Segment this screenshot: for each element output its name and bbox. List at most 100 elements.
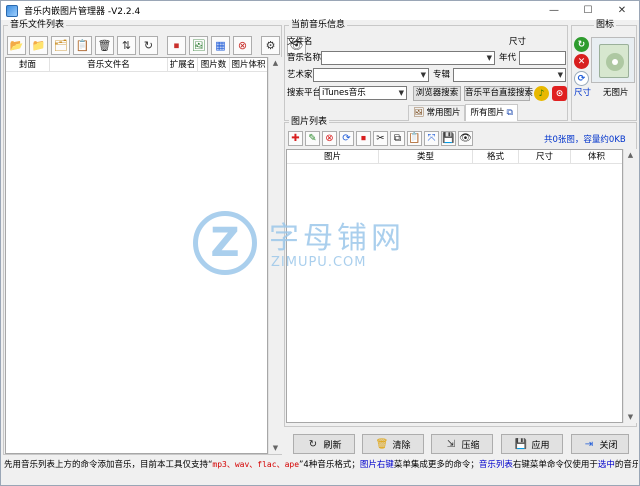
search-platform-select[interactable]: iTunes音乐 ▼ — [319, 86, 407, 100]
browser-search-button[interactable]: 浏览器搜索 — [413, 86, 461, 101]
scroll-down-icon[interactable]: ▼ — [269, 442, 282, 454]
image-list-scrollbar[interactable]: ▲ ▼ — [623, 149, 637, 423]
copy-icon[interactable]: ⧉ — [390, 131, 405, 146]
paste-icon[interactable]: 📋 — [407, 131, 422, 146]
filename-label: 文件名 — [287, 37, 313, 47]
chevron-down-icon: ▼ — [420, 71, 426, 79]
music-note-icon[interactable]: ♪ — [534, 86, 549, 101]
bottom-button-label: 压缩 — [461, 440, 480, 451]
image-summary: 共0张图，容量约0KB — [544, 135, 626, 145]
plus-icon[interactable]: ✚ — [288, 131, 303, 146]
netease-icon[interactable]: ⊙ — [552, 86, 567, 101]
image-add-icon[interactable]: 🖼 — [189, 36, 208, 55]
status-music-list: 音乐列表 — [478, 460, 513, 470]
refresh-icon: ↻ — [308, 438, 318, 450]
column-cover[interactable]: 封面 — [6, 58, 50, 72]
column-filename[interactable]: 音乐文件名 — [50, 58, 168, 72]
column-type[interactable]: 类型 — [379, 150, 473, 164]
trash-icon: 🗑 — [375, 438, 389, 450]
stop-icon[interactable]: ⏹ — [356, 131, 371, 146]
chevron-down-icon: ▼ — [557, 71, 563, 79]
eye-icon[interactable]: 👁 — [458, 131, 473, 146]
clipboard-icon[interactable]: 📋 — [73, 36, 92, 55]
image-list-legend: 图片列表 — [289, 117, 330, 128]
crop-icon[interactable]: ⤧ — [424, 131, 439, 146]
cut-icon[interactable]: ✂ — [373, 131, 388, 146]
scroll-up-icon[interactable]: ▲ — [269, 57, 282, 69]
column-extension[interactable]: 扩展名 — [168, 58, 198, 72]
status-text-1: 先用音乐列表上方的命令添加音乐，目前本工具仅支持“ — [4, 460, 213, 470]
add-folders-icon[interactable]: 🗂 — [51, 36, 70, 55]
column-format[interactable]: 格式 — [473, 150, 519, 164]
save-icon: 💾 — [514, 438, 528, 450]
search-platform-label: 搜索平台 — [287, 88, 322, 98]
cover-preview[interactable] — [591, 37, 635, 83]
tab-all-images[interactable]: 所有图片 ⧉ — [465, 104, 518, 121]
link-cover-icon[interactable]: ⟳ — [574, 71, 589, 86]
column-image[interactable]: 图片 — [287, 150, 379, 164]
trash-icon[interactable]: 🗑 — [95, 36, 114, 55]
tab-common-images-label: 常用图片 — [426, 108, 461, 118]
stop-icon[interactable]: ⏹ — [167, 36, 186, 55]
trash-button[interactable]: 🗑 清除 — [362, 434, 424, 454]
column-image-size[interactable]: 图片体积 — [230, 58, 267, 72]
add-folder-icon[interactable]: 📁 — [29, 36, 48, 55]
status-text-3: 菜单集成更多的命令； — [393, 460, 479, 470]
image-remove-icon[interactable]: ⊗ — [233, 36, 252, 55]
image-list-toolbar: ✚ ✎ ⊗ ⟳ ⏹ ✂ ⧉ 📋 ⤧ 💾 👁 — [288, 131, 473, 146]
edit-icon[interactable]: ✎ — [305, 131, 320, 146]
image-list-table[interactable]: 图片 类型 格式 尺寸 体积 — [286, 149, 623, 423]
column-file-size[interactable]: 体积 — [571, 150, 622, 164]
bottom-button-label: 关闭 — [599, 440, 618, 451]
grid-select-icon[interactable]: ▦ — [211, 36, 230, 55]
music-list-scrollbar[interactable]: ▲ ▼ — [268, 57, 282, 454]
tab-common-images[interactable]: 🖼 常用图片 — [408, 105, 466, 121]
refresh-icon[interactable]: ↻ — [139, 36, 158, 55]
platform-direct-search-button[interactable]: 音乐平台直接搜索 — [464, 86, 533, 101]
column-image-count[interactable]: 图片数 — [198, 58, 230, 72]
tab-all-images-label: 所有图片 — [470, 107, 505, 118]
exit-button[interactable]: ⇥ 关闭 — [571, 434, 629, 454]
gear-icon[interactable]: ⚙ — [261, 36, 280, 55]
album-label: 专辑 — [433, 70, 451, 80]
scroll-down-icon[interactable]: ▼ — [624, 411, 637, 423]
reload-cover-icon[interactable]: ↻ — [574, 37, 589, 52]
delete-icon[interactable]: ⊗ — [322, 131, 337, 146]
bottom-button-label: 应用 — [531, 440, 550, 451]
save-button[interactable]: 💾 应用 — [501, 434, 563, 454]
status-image-rightclick: 图片右键 — [359, 460, 394, 470]
status-formats: mp3、wav、flac、ape — [212, 460, 300, 469]
music-info-legend: 当前音乐信息 — [289, 20, 348, 31]
year-label: 年代 — [499, 53, 517, 63]
artist-label: 艺术家 — [287, 70, 313, 80]
year-field[interactable] — [519, 51, 566, 65]
no-image-placeholder-icon — [599, 44, 629, 78]
cover-size-label: 尺寸 — [574, 88, 592, 98]
music-name-combo[interactable]: ▼ — [321, 51, 495, 65]
chevron-down-icon: ▼ — [486, 54, 492, 62]
app-icon — [6, 4, 18, 17]
close-window-button[interactable]: ✕ — [605, 1, 639, 20]
album-combo[interactable]: ▼ — [453, 68, 566, 82]
music-list-legend: 音乐文件列表 — [8, 20, 67, 31]
sort-icon[interactable]: ⇅ — [117, 36, 136, 55]
music-list-table[interactable]: 封面 音乐文件名 扩展名 图片数 图片体积 — [5, 57, 268, 454]
link-icon[interactable]: ⟳ — [339, 131, 354, 146]
scroll-up-icon[interactable]: ▲ — [624, 149, 637, 161]
remove-cover-icon[interactable]: ✕ — [574, 54, 589, 69]
refresh-button[interactable]: ↻ 刷新 — [293, 434, 355, 454]
music-list-toolbar: 📂 📁 🗂 📋 🗑 ⇅ ↻ ⏹ 🖼 ▦ ⊗ ⚙ 👁 — [7, 36, 306, 55]
size-label: 尺寸 — [509, 37, 527, 47]
add-file-icon[interactable]: 📂 — [7, 36, 26, 55]
compress-button[interactable]: ⇲ 压缩 — [431, 434, 493, 454]
chevron-down-icon: ▼ — [398, 89, 404, 97]
maximize-button[interactable]: ☐ — [571, 1, 605, 20]
status-selected: 选中 — [597, 460, 615, 470]
column-dimensions[interactable]: 尺寸 — [519, 150, 571, 164]
minimize-button[interactable]: — — [537, 1, 571, 20]
image-list-header: 图片 类型 格式 尺寸 体积 — [287, 150, 622, 164]
save-icon[interactable]: 💾 — [441, 131, 456, 146]
window-title: 音乐内嵌图片管理器 -V2.2.4 — [24, 7, 141, 17]
artist-combo[interactable]: ▼ — [313, 68, 429, 82]
status-text-2: ”4种音乐格式； — [299, 460, 360, 470]
